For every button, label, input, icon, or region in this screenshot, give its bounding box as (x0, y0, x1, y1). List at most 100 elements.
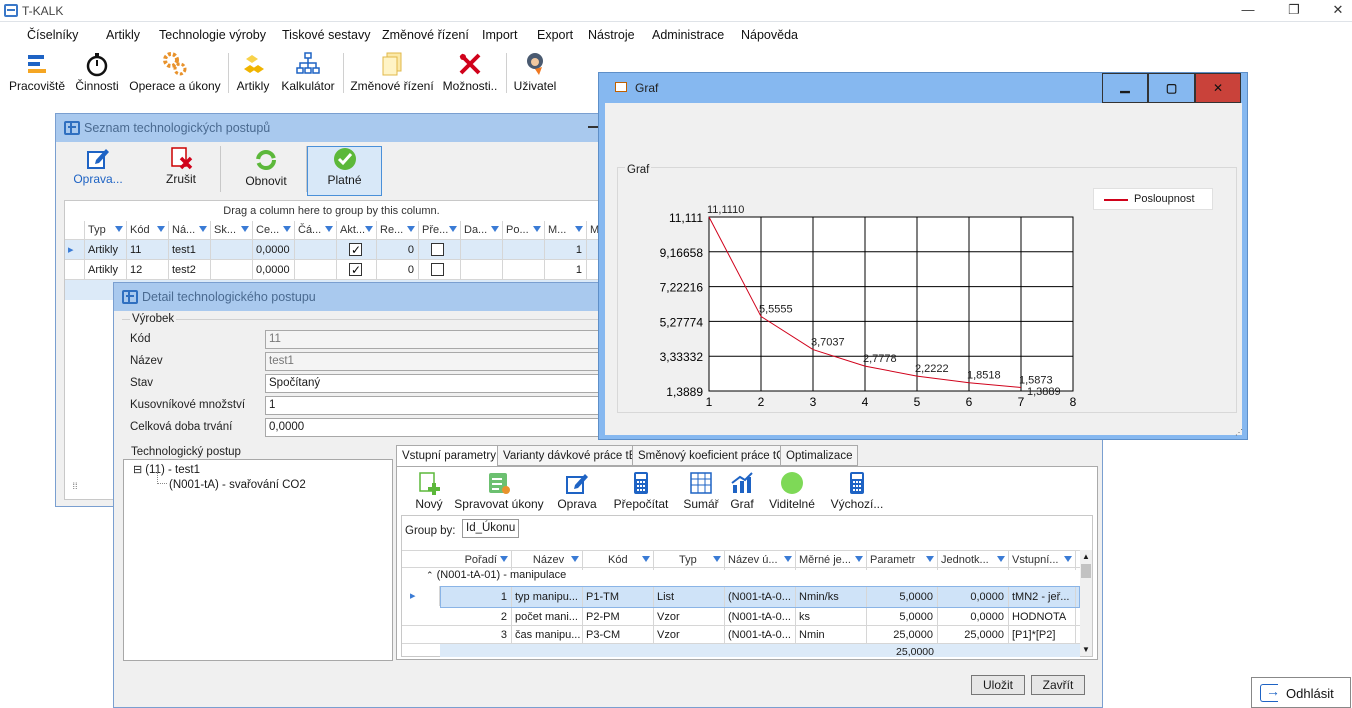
vychozi-button[interactable]: Výchozí... (830, 471, 884, 511)
col-header[interactable]: Ce... (253, 221, 295, 240)
menu-ciselniky[interactable]: Číselníky (27, 28, 78, 42)
moznosti-button[interactable]: Možnosti.. (441, 51, 499, 93)
seznam-title: Seznam technologických postupů (84, 121, 271, 135)
col-header[interactable]: Vstupní... (1009, 551, 1076, 570)
minimize-button[interactable]: — (1229, 0, 1267, 22)
tab-vstupni[interactable]: Vstupní parametry (396, 445, 502, 467)
nazev-label: Název (130, 355, 163, 367)
group-by-chip[interactable]: Id_Úkonu (462, 519, 520, 538)
viditelne-button[interactable]: Viditelné (767, 471, 817, 511)
zrusit-button[interactable]: Zrušit (149, 146, 213, 194)
tab-optimalizace[interactable]: Optimalizace (780, 445, 859, 466)
menu-napoveda[interactable]: Nápověda (741, 28, 798, 42)
table-row[interactable]: ▸ Artikly 11 test1 0,0000 0 1 (65, 240, 598, 260)
oprava-tab-button[interactable]: Oprava (555, 471, 599, 511)
artikly-button[interactable]: Artikly (233, 51, 273, 93)
odhlasit-button[interactable]: → Odhlásit (1251, 677, 1351, 708)
col-header[interactable]: Sk... (211, 221, 253, 240)
col-header[interactable]: Po... (503, 221, 545, 240)
menu-import[interactable]: Import (482, 28, 517, 42)
seznam-minimize-icon[interactable] (588, 126, 598, 128)
kalkulator-button[interactable]: Kalkulátor (280, 51, 336, 93)
col-header[interactable]: M... (545, 221, 587, 240)
prepocitat-button[interactable]: Přepočítat (611, 471, 671, 511)
table-row[interactable]: 3 čas manipu... P3-CM Vzor (N001-tA-0...… (402, 626, 1080, 644)
col-header[interactable]: Re... (377, 221, 419, 240)
data-label: 1,5873 (1019, 374, 1053, 386)
scrollbar[interactable]: ▲ ▼ (1080, 550, 1092, 656)
menu-technologie[interactable]: Technologie výroby (159, 28, 266, 42)
tab-varianty[interactable]: Varianty dávkové práce tB (497, 445, 643, 466)
legend-line-swatch (1104, 199, 1128, 201)
table-row[interactable]: ▸ 1 typ manipu... P1-TM List (N001-tA-0.… (402, 586, 1080, 608)
col-header[interactable]: Akt... (337, 221, 377, 240)
tab-smenovy[interactable]: Směnový koeficient práce tC (632, 445, 791, 466)
col-header[interactable]: Měrné je... (796, 551, 867, 570)
close-button[interactable]: ✕ (1319, 0, 1352, 22)
cinnosti-button[interactable]: Činnosti (74, 51, 120, 93)
zavrit-button[interactable]: Zavřít (1031, 675, 1085, 695)
nazev-field[interactable]: test1 (265, 352, 605, 371)
operace-button[interactable]: Operace a úkony (128, 51, 222, 93)
col-header[interactable]: Jednotk... (938, 551, 1009, 570)
x-tick-label: 2 (758, 395, 765, 409)
novy-button[interactable]: Nový (409, 471, 449, 511)
doba-label: Celková doba trvání (130, 421, 233, 433)
y-tick-label: 7,22216 (660, 281, 704, 295)
pracoviste-button[interactable]: Pracoviště (8, 51, 66, 93)
menu-zmenove[interactable]: Změnové řízení (382, 28, 469, 42)
menu-export[interactable]: Export (537, 28, 573, 42)
edit-icon (86, 146, 110, 170)
kod-field[interactable]: 11 (265, 330, 605, 349)
seznam-title-bar[interactable]: Seznam technologických postupů (56, 114, 599, 142)
col-header[interactable]: Kód (583, 551, 654, 570)
graf-maximize-button[interactable]: ▢ (1148, 73, 1195, 103)
graf-minimize-button[interactable]: ▁ (1102, 73, 1148, 103)
zmenove-button[interactable]: Změnové řízení (348, 51, 436, 93)
resize-grip[interactable]: ⋰ (1235, 428, 1243, 437)
sumar-button[interactable]: Sumář (681, 471, 721, 511)
col-header[interactable]: Název ú... (725, 551, 796, 570)
doba-field[interactable]: 0,0000 (265, 418, 605, 437)
maximize-button[interactable]: ❐ (1275, 0, 1313, 22)
graf-title-bar[interactable]: Graf ▁ ▢ ✕ (599, 73, 1247, 103)
table-row[interactable]: Artikly 12 test2 0,0000 0 1 (65, 260, 598, 280)
menu-nastroje[interactable]: Nástroje (588, 28, 635, 42)
col-header[interactable]: Typ (654, 551, 725, 570)
spravovat-button[interactable]: Spravovat úkony (453, 471, 545, 511)
col-header[interactable]: Čá... (295, 221, 337, 240)
pre-checkbox[interactable] (431, 263, 444, 276)
col-header[interactable]: Ná... (169, 221, 211, 240)
uzivatel-button[interactable]: Uživatel (512, 51, 558, 93)
aktivni-checkbox[interactable] (349, 240, 362, 260)
group-row[interactable]: ⌃ (N001-tA-01) - manipulace (426, 569, 566, 581)
col-header[interactable]: Kód (127, 221, 169, 240)
collapse-icon[interactable]: ⊟ (133, 464, 142, 476)
menu-tiskove[interactable]: Tiskové sestavy (282, 28, 370, 42)
workplace-icon (24, 51, 50, 77)
postup-label: Technologický postup (131, 446, 241, 458)
kusovnik-field[interactable]: 1 (265, 396, 605, 415)
oprava-button[interactable]: Oprava... (66, 146, 130, 194)
graf-button[interactable]: Graf (727, 471, 757, 511)
y-tick-label: 1,3889 (666, 385, 703, 399)
col-header[interactable]: Parametr (867, 551, 938, 570)
pre-checkbox[interactable] (431, 243, 444, 256)
ulozit-button[interactable]: Uložit (971, 675, 1025, 695)
menu-administrace[interactable]: Administrace (652, 28, 724, 42)
table-row[interactable]: 2 počet mani... P2-PM Vzor (N001-tA-0...… (402, 608, 1080, 626)
stav-field[interactable]: Spočítaný (265, 374, 605, 393)
col-header[interactable]: Pořadí (440, 551, 512, 570)
aktivni-checkbox[interactable] (349, 260, 362, 280)
col-header[interactable]: Pře... (419, 221, 461, 240)
graf-close-button[interactable]: ✕ (1195, 73, 1241, 103)
tree-connector (157, 472, 167, 484)
row-selector-icon: ▸ (65, 240, 85, 260)
obnovit-button[interactable]: Obnovit (234, 148, 298, 196)
platne-button[interactable]: Platné (307, 146, 382, 196)
tree-child[interactable]: (N001-tA) - svařování CO2 (169, 479, 306, 491)
col-header[interactable]: Název (512, 551, 583, 570)
col-header[interactable]: Typ (85, 221, 127, 240)
col-header[interactable]: Da... (461, 221, 503, 240)
menu-artikly[interactable]: Artikly (106, 28, 140, 42)
